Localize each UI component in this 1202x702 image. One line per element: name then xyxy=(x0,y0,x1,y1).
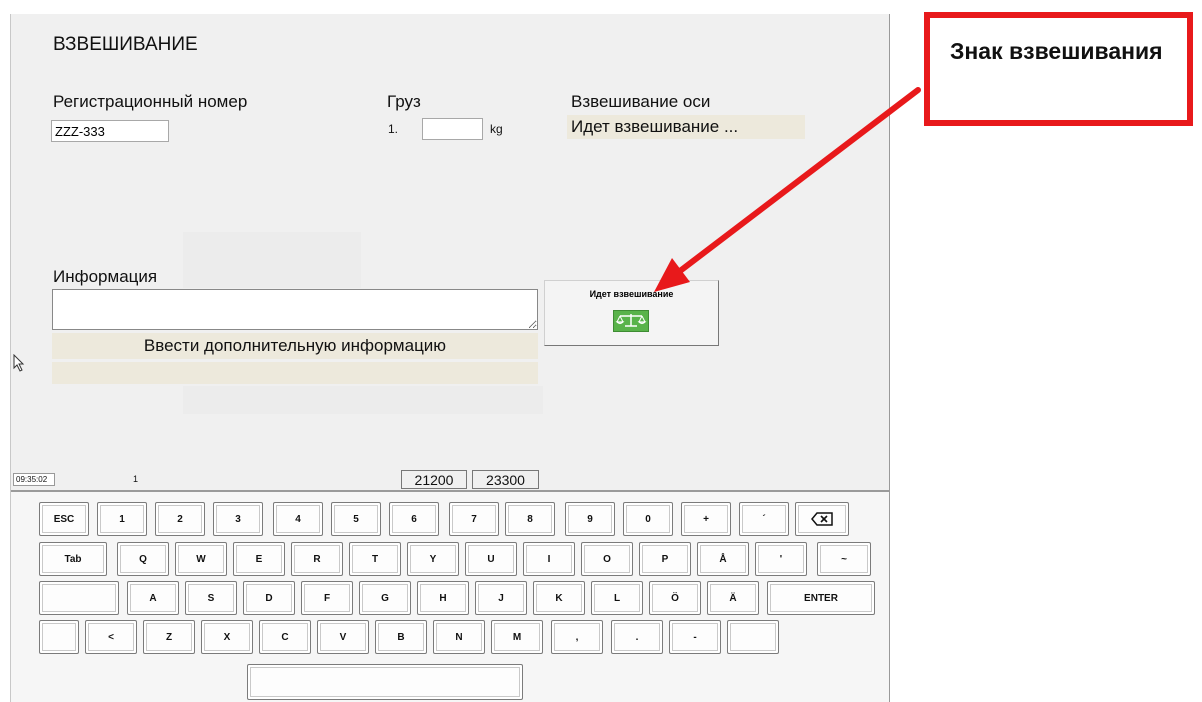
annotation-callout: Знак взвешивания xyxy=(924,12,1193,126)
